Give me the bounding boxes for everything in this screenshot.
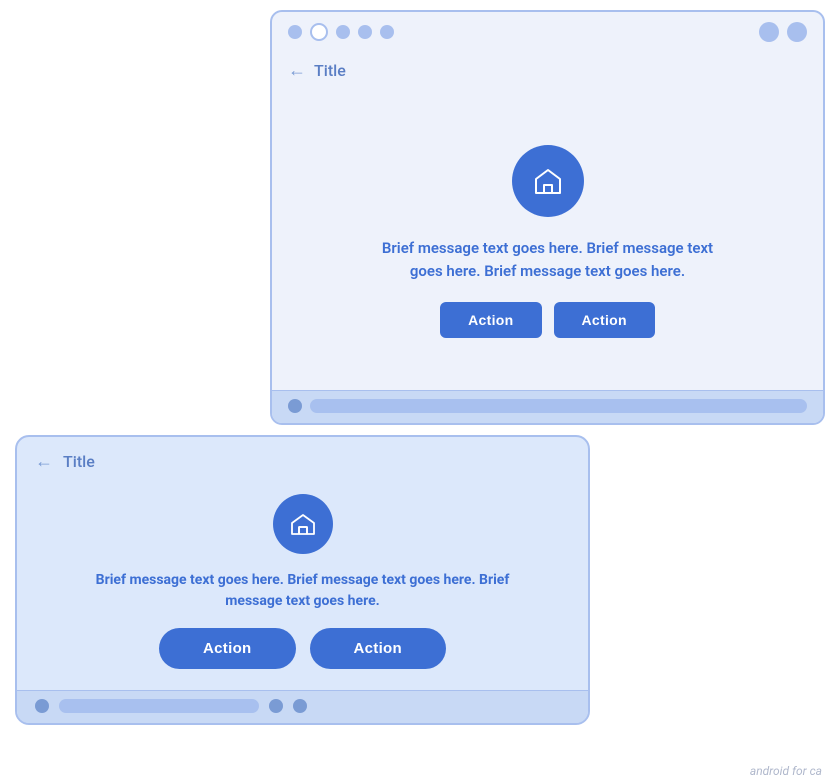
title-back: Title [314,61,346,80]
bottom-nav-pill-back [310,399,807,413]
bottom-nav-back [272,390,823,423]
action2-button-back[interactable]: Action [554,302,655,338]
action2-button-front[interactable]: Action [310,628,446,669]
status-bar-back [272,12,823,52]
actions-row-back: Action Action [440,302,655,338]
status-dot-2 [310,23,328,41]
nav-dot-front-2 [269,699,283,713]
action1-button-front[interactable]: Action [159,628,295,669]
front-screen: ← Title Brief message text goes here. Br… [15,435,590,725]
status-bar-left [288,23,394,41]
nav-dot-front-3 [293,699,307,713]
nav-dot-front [35,699,49,713]
back-screen: ← Title Brief message text goes here. Br… [270,10,825,425]
back-arrow-back[interactable]: ← [288,60,306,81]
status-dot-3 [336,25,350,39]
app-bar-front: ← Title [17,437,588,480]
status-dot-right-1 [759,22,779,42]
bottom-bar-front [17,690,588,723]
status-dot-1 [288,25,302,39]
back-arrow-front[interactable]: ← [35,451,53,472]
home-icon-back [512,145,584,217]
actions-row-front: Action Action [159,628,446,669]
app-bar-back: ← Title [272,52,823,93]
watermark: android for ca [750,764,822,778]
content-area-back: Brief message text goes here. Brief mess… [272,93,823,390]
status-dot-4 [358,25,372,39]
status-dot-5 [380,25,394,39]
home-icon-front [273,494,333,554]
nav-pill-front [59,699,259,713]
bottom-nav-dot-back [288,399,302,413]
message-text-back: Brief message text goes here. Brief mess… [373,237,723,282]
message-text-front: Brief message text goes here. Brief mess… [93,570,513,612]
title-front: Title [63,452,95,471]
status-dot-right-2 [787,22,807,42]
content-area-front: Brief message text goes here. Brief mess… [17,480,588,690]
status-bar-right [759,22,807,42]
action1-button-back[interactable]: Action [440,302,541,338]
